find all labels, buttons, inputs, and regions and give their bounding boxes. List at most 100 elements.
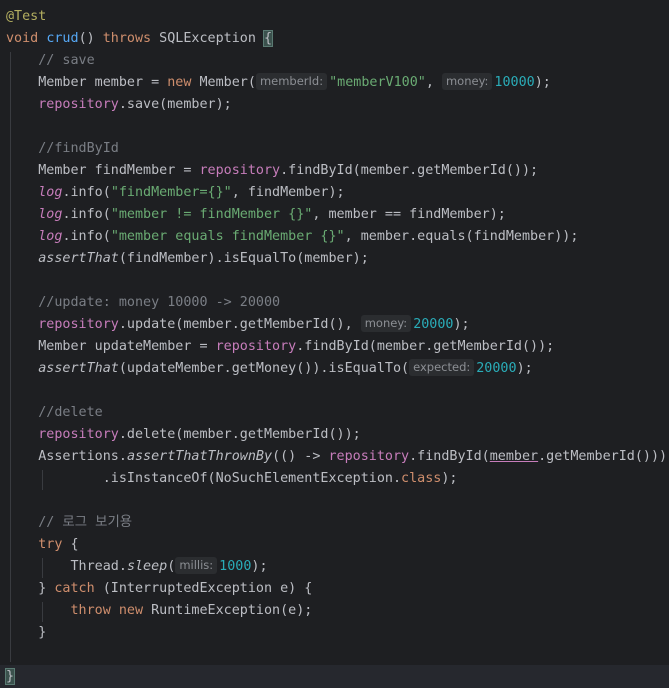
code-text: , findMember); (231, 185, 345, 200)
string-literal: "member equals findMember {}" (110, 229, 345, 244)
code-text: , member == findMember); (312, 207, 506, 222)
code-line-14: //update: money 10000 -> 20000 (6, 292, 280, 314)
code-text: , member.equals(findMember)); (344, 229, 579, 244)
field-repository: repository (215, 339, 297, 354)
code-line-29: } (6, 622, 46, 644)
current-line-highlight (0, 665, 669, 688)
method-name-crud: crud (46, 31, 79, 46)
field-log: log (38, 207, 63, 222)
field-log: log (38, 185, 63, 200)
code-line-20: repository.delete(member.getMemberId()); (6, 424, 361, 446)
string-literal: "findMember={}" (110, 185, 232, 200)
code-text: (updateMember.getMoney()).isEqualTo( (118, 361, 410, 376)
code-line-8: Member findMember = repository.findById(… (6, 160, 538, 182)
field-repository: repository (328, 449, 410, 464)
matched-close-brace: } (4, 668, 16, 685)
code-text: .info( (62, 185, 111, 200)
code-text: { (62, 537, 79, 552)
code-text: .isInstanceOf(NoSuchElementException. (102, 471, 402, 486)
code-line-17: assertThat(updateMember.getMoney()).isEq… (6, 358, 533, 380)
param-hint-expected: expected: (409, 359, 475, 376)
code-text: .delete(member.getMemberId()); (118, 427, 361, 442)
code-text: } (38, 581, 55, 596)
code-line-24: // 로그 보기용 (6, 512, 132, 534)
number-literal: 20000 (476, 361, 517, 376)
code-text: .save(member); (118, 97, 232, 112)
code-line-1: @Test (6, 6, 46, 28)
code-text: ); (534, 75, 551, 90)
code-text: .findById(member.getMemberId()); (296, 339, 555, 354)
code-text: .info( (62, 229, 111, 244)
field-log: log (38, 229, 63, 244)
field-repository: repository (38, 427, 119, 442)
code-text: , (425, 75, 442, 90)
variable-member-captured: member (489, 449, 539, 464)
static-method-assertthat: assertThat (38, 251, 119, 266)
code-text: .getMemberId())) (538, 449, 668, 464)
comment-update: //update: money 10000 -> 20000 (38, 295, 281, 310)
code-text: ); (453, 317, 470, 332)
code-line-19: //delete (6, 402, 103, 424)
code-line-27: } catch (InterruptedException e) { (6, 578, 312, 600)
code-text: (findMember).isEqualTo(member); (118, 251, 369, 266)
code-line-31: } (4, 666, 16, 688)
code-line-7: //findById (6, 138, 119, 160)
code-editor[interactable]: @Test void crud() throws SQLException { … (0, 0, 669, 688)
keyword-class: class (401, 471, 442, 486)
param-hint-money: money: (360, 315, 412, 332)
comment-save: // save (38, 53, 95, 68)
code-text: Member( (191, 75, 256, 90)
matched-open-brace: { (262, 30, 274, 47)
code-line-16: Member updateMember = repository.findByI… (6, 336, 554, 358)
field-repository: repository (38, 97, 119, 112)
code-line-25: try { (6, 534, 79, 556)
code-text: ); (441, 471, 458, 486)
keyword-throw: throw (70, 603, 111, 618)
string-literal: "memberV100" (329, 75, 426, 90)
keyword-throws: throws (102, 31, 152, 46)
code-line-2: void crud() throws SQLException { (6, 28, 274, 50)
string-literal: "member != findMember {}" (110, 207, 313, 222)
keyword-new: new (118, 603, 144, 618)
code-line-26: Thread.sleep(millis: 1000); (6, 556, 268, 578)
number-literal: 10000 (494, 75, 535, 90)
code-text: Member updateMember = (38, 339, 216, 354)
code-text: Member findMember = (38, 163, 200, 178)
annotation-test: @Test (6, 9, 47, 24)
code-line-10: log.info("member != findMember {}", memb… (6, 204, 506, 226)
code-line-28: throw new RuntimeException(e); (6, 600, 313, 622)
code-text: .findById(member.getMemberId()); (280, 163, 539, 178)
param-hint-millis: millis: (175, 557, 218, 574)
code-text: ); (251, 559, 268, 574)
keyword-void: void (6, 31, 39, 46)
comment-delete: //delete (38, 405, 103, 420)
field-repository: repository (38, 317, 119, 332)
code-text: ( (167, 559, 176, 574)
code-line-9: log.info("findMember={}", findMember); (6, 182, 345, 204)
code-line-3: // save (6, 50, 95, 72)
code-line-5: repository.save(member); (6, 94, 232, 116)
code-line-21: Assertions.assertThatThrownBy(() -> repo… (6, 446, 667, 468)
code-line-22: .isInstanceOf(NoSuchElementException.cla… (6, 468, 458, 490)
keyword-new: new (167, 75, 192, 90)
static-method-sleep: sleep (126, 559, 168, 574)
code-text: (() -> (272, 449, 329, 464)
code-text: Assertions. (38, 449, 127, 464)
number-literal: 1000 (219, 559, 252, 574)
number-literal: 20000 (413, 317, 454, 332)
comment-findbyid: //findById (38, 141, 119, 156)
field-repository: repository (199, 163, 281, 178)
exception-type: SQLException (151, 31, 264, 46)
param-hint-memberid: memberId: (255, 73, 328, 90)
static-method-assertthatthrownby: assertThatThrownBy (126, 449, 273, 464)
code-text: (InterruptedException e) { (94, 581, 313, 596)
keyword-catch: catch (54, 581, 95, 596)
code-line-4: Member member = new Member(memberId: "mem… (6, 72, 551, 94)
code-line-15: repository.update(member.getMemberId(), … (6, 314, 470, 336)
static-method-assertthat: assertThat (38, 361, 119, 376)
code-text: RuntimeException(e); (143, 603, 313, 618)
code-text: Member member = (38, 75, 168, 90)
code-text: ); (516, 361, 533, 376)
comment-log-view: // 로그 보기용 (38, 515, 133, 530)
